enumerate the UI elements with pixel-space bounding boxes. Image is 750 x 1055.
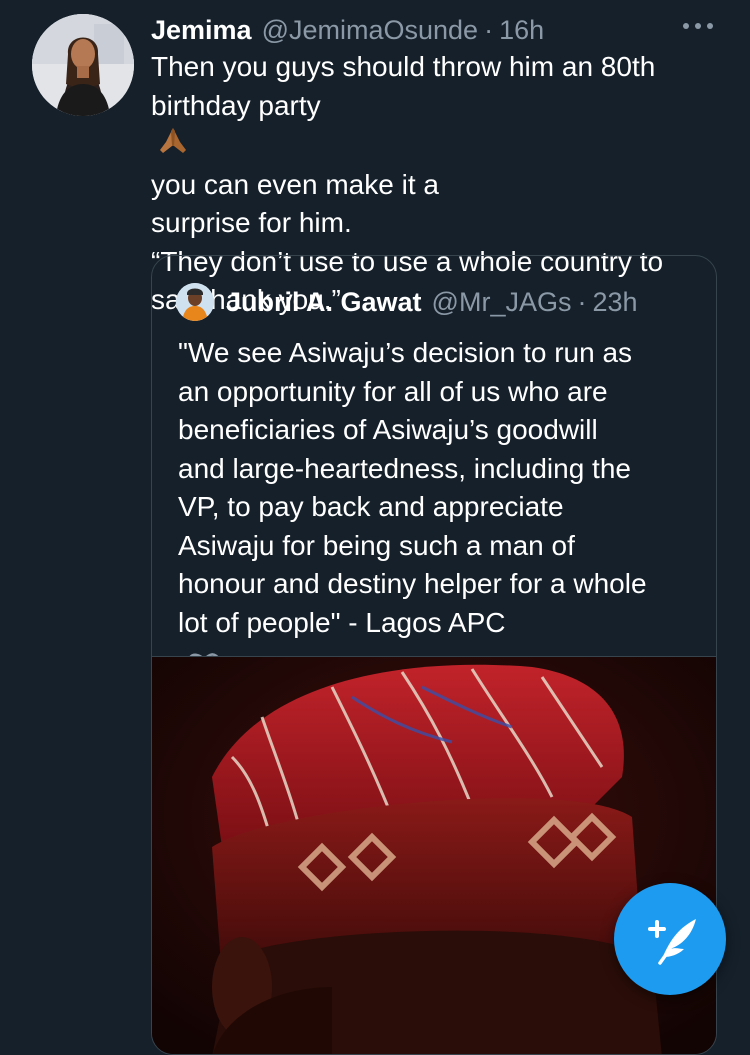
tweet-header: Jemima @JemimaOsunde · 16h bbox=[151, 12, 544, 48]
quoted-line: honour and destiny helper for a whole bbox=[178, 568, 647, 599]
quoted-tweet-time[interactable]: 23h bbox=[592, 287, 637, 318]
quoted-line: VP, to pay back and appreciate bbox=[178, 491, 564, 522]
tweet-line: birthday party bbox=[151, 89, 321, 121]
quoted-author-avatar[interactable] bbox=[176, 283, 214, 321]
more-options-icon bbox=[683, 23, 713, 29]
tweet-line: Then you guys should throw him an 80th bbox=[151, 51, 656, 82]
quoted-line: lot of people" - Lagos APC bbox=[178, 606, 506, 638]
compose-tweet-button[interactable] bbox=[614, 883, 726, 995]
quoted-tweet-header: Jubril A. Gawat @Mr_JAGs · 23h bbox=[176, 282, 638, 322]
quoted-author-handle[interactable]: @Mr_JAGs bbox=[432, 287, 572, 318]
author-handle[interactable]: @JemimaOsunde bbox=[262, 12, 479, 48]
quoted-line: Asiwaju for being such a man of bbox=[178, 529, 575, 561]
quoted-line: beneficiaries of Asiwaju’s goodwill bbox=[178, 414, 598, 445]
quoted-tweet-image[interactable] bbox=[152, 656, 716, 1054]
tweet-line: surprise for him. bbox=[151, 207, 352, 238]
author-avatar[interactable] bbox=[32, 14, 134, 116]
tweet[interactable]: Jemima @JemimaOsunde · 16h Then you guys… bbox=[0, 0, 750, 1055]
quoted-line: and large-heartedness, including the bbox=[178, 452, 631, 484]
quoted-tweet-text: "We see Asiwaju’s decision to run as an … bbox=[178, 334, 708, 681]
quoted-line: an opportunity for all of us who are bbox=[178, 375, 608, 407]
separator-dot: · bbox=[484, 15, 494, 45]
folded-hands-icon bbox=[157, 125, 725, 166]
separator-dot: · bbox=[577, 286, 587, 317]
tweet-line: you can even make it a bbox=[151, 168, 439, 200]
quoted-line: "We see Asiwaju’s decision to run as bbox=[178, 337, 633, 368]
author-avatar-photo bbox=[32, 14, 134, 116]
quoted-author-name[interactable]: Jubril A. Gawat bbox=[226, 287, 422, 318]
red-cap-photo bbox=[152, 657, 716, 1054]
quoted-author-avatar-photo bbox=[176, 283, 214, 321]
tweet-line-with-emoji: birthday party you can even make it a bbox=[151, 87, 731, 205]
compose-tweet-icon bbox=[648, 919, 696, 965]
tweet-time[interactable]: 16h bbox=[499, 12, 544, 48]
author-name[interactable]: Jemima bbox=[151, 12, 252, 48]
more-options-button[interactable] bbox=[678, 14, 718, 38]
